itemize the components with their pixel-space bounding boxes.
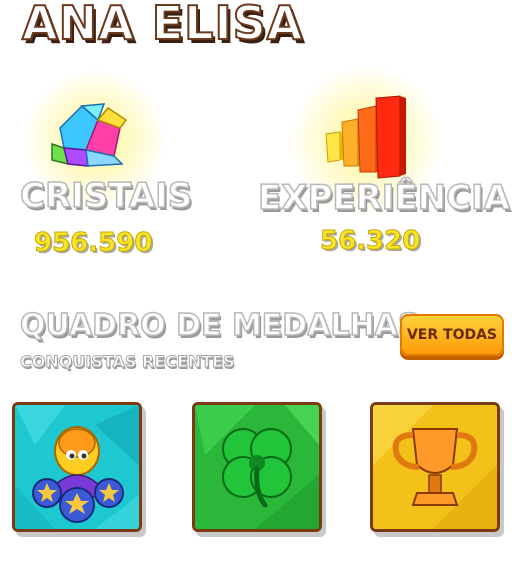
player-name: ANA ELISA (21, 0, 304, 51)
trophy-icon (373, 405, 497, 529)
crystals-label: CRISTAIS (19, 175, 193, 217)
medal-card-1[interactable] (12, 402, 142, 532)
experience-label: EXPERIÊNCIA (257, 177, 511, 219)
crystal-icon (51, 103, 128, 167)
medal-card-2[interactable] (192, 402, 322, 532)
see-all-button[interactable]: VER TODAS (400, 314, 504, 356)
medal-card-3[interactable] (370, 402, 500, 532)
experience-value: 56.320 (319, 226, 421, 257)
crystals-value: 956.590 (33, 228, 153, 259)
experience-bars-icon (325, 95, 406, 179)
medals-section-subtitle: CONQUISTAS RECENTES (20, 352, 236, 372)
medals-section-title: QUADRO DE MEDALHAS (19, 307, 420, 344)
character-stars-medal-icon (15, 405, 139, 529)
four-leaf-clover-icon (195, 405, 319, 529)
